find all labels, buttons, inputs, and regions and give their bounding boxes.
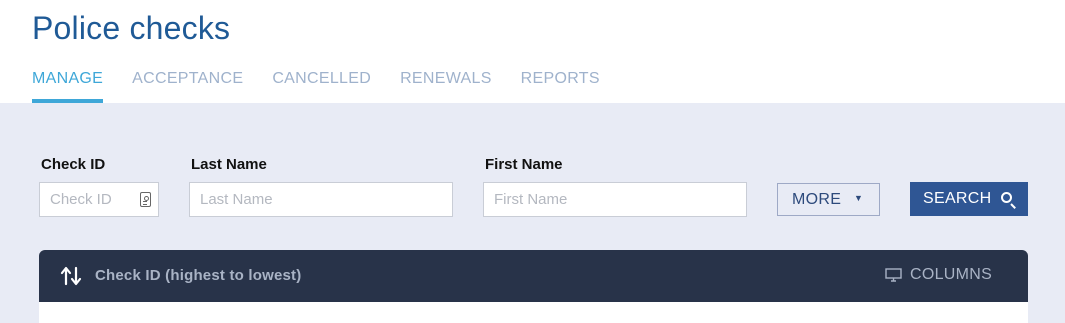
- monitor-icon: [885, 268, 902, 282]
- sort-label[interactable]: Check ID (highest to lowest): [95, 267, 301, 284]
- last-name-input[interactable]: [189, 182, 453, 217]
- results-table: [39, 302, 1028, 323]
- id-card-icon: [140, 192, 151, 207]
- tab-renewals[interactable]: RENEWALS: [400, 69, 492, 103]
- more-label: MORE: [792, 190, 842, 208]
- search-button[interactable]: SEARCH: [910, 182, 1028, 216]
- search-icon: [1001, 192, 1012, 203]
- sort-icon[interactable]: [59, 265, 83, 287]
- more-button[interactable]: MORE ▼: [777, 183, 880, 216]
- page-title: Police checks: [32, 10, 231, 46]
- columns-button[interactable]: COLUMNS: [885, 266, 992, 284]
- caret-down-icon: ▼: [854, 193, 864, 203]
- tab-acceptance[interactable]: ACCEPTANCE: [132, 69, 243, 103]
- results-header: Check ID (highest to lowest) COLUMNS: [39, 250, 1028, 302]
- last-name-label: Last Name: [191, 156, 267, 173]
- tab-cancelled[interactable]: CANCELLED: [272, 69, 371, 103]
- columns-label: COLUMNS: [910, 266, 993, 283]
- tab-reports[interactable]: REPORTS: [521, 69, 600, 103]
- check-id-label: Check ID: [41, 156, 106, 173]
- search-label: SEARCH: [923, 190, 992, 207]
- page-header: Police checks MANAGE ACCEPTANCE CANCELLE…: [0, 0, 1065, 103]
- first-name-label: First Name: [485, 156, 563, 173]
- tab-bar: MANAGE ACCEPTANCE CANCELLED RENEWALS REP…: [32, 69, 629, 103]
- first-name-input[interactable]: [483, 182, 747, 217]
- tab-manage[interactable]: MANAGE: [32, 69, 104, 103]
